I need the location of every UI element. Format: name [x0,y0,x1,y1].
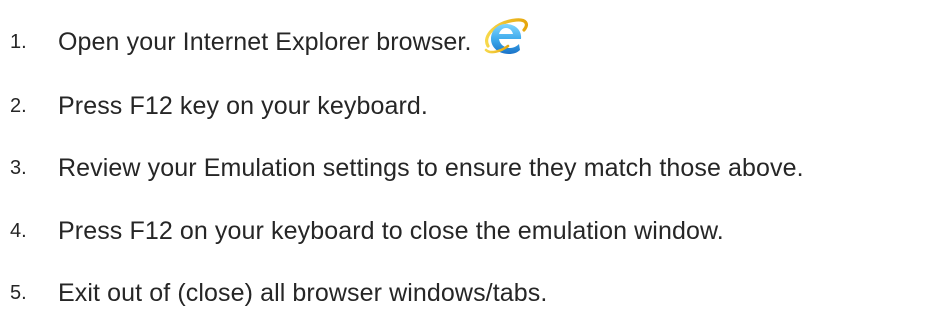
step-item-2: 2. Press F12 key on your keyboard. [10,86,428,126]
step-item-1: 1. Open your Internet Explorer browser. [10,18,530,62]
step-number: 2. [10,94,27,117]
step-number: 4. [10,219,27,242]
step-text: Press F12 on your keyboard to close the … [58,216,724,245]
internet-explorer-icon [482,16,530,56]
step-number: 1. [10,30,27,53]
step-item-4: 4. Press F12 on your keyboard to close t… [10,211,724,251]
step-text: Review your Emulation settings to ensure… [58,153,804,182]
step-text: Open your Internet Explorer browser. [58,27,472,56]
step-item-3: 3. Review your Emulation settings to ens… [10,148,804,188]
step-text: Press F12 key on your keyboard. [58,91,428,120]
step-number: 3. [10,156,27,179]
instruction-list: 1. Open your Internet Explorer browser. [0,0,927,313]
step-item-5: 5. Exit out of (close) all browser windo… [10,273,547,313]
step-text: Exit out of (close) all browser windows/… [58,278,548,307]
step-number: 5. [10,281,27,304]
